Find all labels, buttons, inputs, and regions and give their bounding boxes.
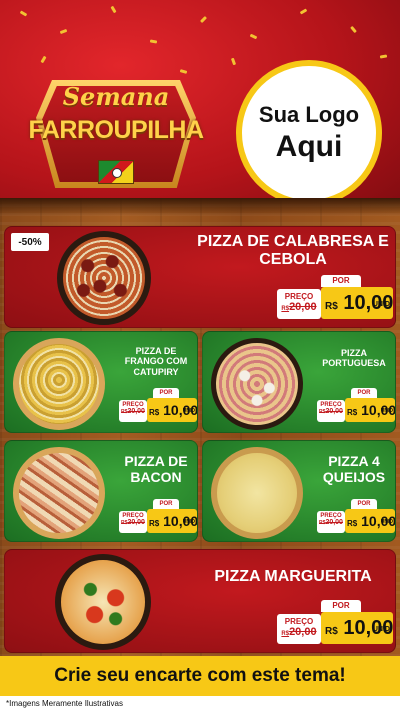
product-card-4-queijos[interactable]: PIZZA 4 QUEIJOS POR PREÇO R$20,00 R$ 10,… — [202, 440, 396, 542]
old-price-value: 20,00 — [127, 408, 145, 415]
price-block: POR PREÇO R$20,00 R$ 10,00 UNID — [277, 275, 393, 323]
product-card-bacon[interactable]: PIZZA DE BACON POR PREÇO R$20,00 R$ 10,0… — [4, 440, 198, 542]
product-name: PIZZA DE BACON — [124, 453, 188, 486]
cta-banner[interactable]: Crie seu encarte com este tema! — [0, 656, 400, 696]
price-block: POR PREÇO R$20,00 R$ 10,00 UNID — [119, 388, 197, 428]
product-name: PIZZA MARGUERITA — [214, 568, 372, 585]
new-price-box: R$ 10,00 UNID — [147, 398, 197, 422]
badge-title-line1: Semana — [62, 82, 170, 111]
confetti — [19, 10, 28, 17]
old-price-prefix: R$ — [281, 631, 290, 637]
new-price-box: R$ 10,00 UNID — [321, 612, 393, 644]
unit-label: UNID — [380, 408, 393, 414]
new-price-box: R$ 10,00 UNID — [147, 509, 197, 533]
old-price-box: PREÇO R$20,00 — [119, 400, 147, 422]
confetti — [230, 57, 237, 66]
new-price-prefix: R$ — [347, 408, 358, 417]
por-label: POR — [153, 499, 179, 509]
discount-badge: -50% — [11, 233, 49, 251]
confetti — [59, 28, 68, 35]
product-card-marguerita[interactable]: PIZZA MARGUERITA POR PREÇO R$20,00 R$ 10… — [4, 549, 396, 653]
por-label: POR — [321, 275, 361, 287]
new-price-prefix: R$ — [325, 626, 338, 637]
preco-label: PREÇO — [284, 292, 314, 301]
product-card-frango[interactable]: PIZZA DE FRANGO COM CATUPIRY POR PREÇO R… — [4, 331, 198, 433]
old-price-value: 20,00 — [289, 626, 317, 638]
footer-disclaimer: *Imagens Meramente Ilustrativas — [0, 696, 400, 711]
old-price-value: 20,00 — [127, 519, 145, 526]
por-label: POR — [351, 388, 377, 398]
preco-label: PREÇO — [284, 617, 314, 626]
old-price: R$20,00 — [119, 408, 147, 415]
unit-label: UNID — [372, 626, 390, 633]
old-price-prefix: R$ — [281, 306, 290, 312]
badge-title-line2: FARROUPILHA — [28, 116, 204, 144]
old-price-box: PREÇO R$20,00 — [317, 511, 345, 533]
new-price-prefix: R$ — [347, 519, 358, 528]
header-shadow — [0, 198, 400, 216]
old-price: R$20,00 — [317, 519, 345, 526]
unit-label: UNID — [182, 519, 195, 525]
new-price-box: R$ 10,00 UNID — [345, 509, 395, 533]
price-block: POR PREÇO R$20,00 R$ 10,00 UNID — [317, 499, 395, 539]
new-price-prefix: R$ — [149, 519, 160, 528]
rio-grande-flag-icon — [98, 160, 134, 184]
unit-label: UNID — [182, 408, 195, 414]
pizza-4-queijos-image — [211, 447, 303, 539]
old-price-value: 20,00 — [289, 301, 317, 313]
logo-line1: Sua Logo — [258, 102, 360, 127]
old-price-box: PREÇO R$20,00 — [277, 614, 321, 644]
pizza-calabresa-image — [57, 231, 151, 325]
old-price-box: PREÇO R$20,00 — [277, 289, 321, 319]
pizza-portuguesa-image — [211, 338, 303, 430]
unit-label: UNID — [372, 301, 390, 308]
confetti — [110, 5, 117, 14]
pizza-marguerita-image — [55, 554, 151, 650]
por-label: POR — [351, 499, 377, 509]
semana-farroupilha-badge: Semana FARROUPILHA — [28, 74, 204, 194]
price-block: POR PREÇO R$20,00 R$ 10,00 UNID — [277, 600, 393, 648]
product-card-calabresa[interactable]: -50% PIZZA DE CALABRESA E CEBOLA POR PRE… — [4, 226, 396, 328]
old-price-box: PREÇO R$20,00 — [119, 511, 147, 533]
price-block: POR PREÇO R$20,00 R$ 10,00 UNID — [317, 388, 395, 428]
header-banner: Semana FARROUPILHA Sua Logo Aqui — [0, 0, 400, 218]
pizza-frango-image — [13, 338, 105, 430]
old-price: R$20,00 — [317, 408, 345, 415]
old-price: R$20,00 — [119, 519, 147, 526]
confetti — [149, 39, 158, 44]
por-label: POR — [153, 388, 179, 398]
old-price: R$20,00 — [277, 626, 321, 638]
product-name: PIZZA DE FRANGO COM CATUPIRY — [124, 346, 188, 377]
confetti — [350, 25, 357, 34]
old-price-value: 20,00 — [325, 408, 343, 415]
pizza-bacon-image — [13, 447, 105, 539]
confetti — [249, 33, 258, 40]
product-name: PIZZA DE CALABRESA E CEBOLA — [197, 233, 389, 269]
product-name: PIZZA 4 QUEIJOS — [322, 453, 386, 486]
unit-label: UNID — [380, 519, 393, 525]
new-price-prefix: R$ — [149, 408, 160, 417]
price-block: POR PREÇO R$20,00 R$ 10,00 UNID — [119, 499, 197, 539]
product-card-portuguesa[interactable]: PIZZA PORTUGUESA POR PREÇO R$20,00 R$ 10… — [202, 331, 396, 433]
new-price-box: R$ 10,00 UNID — [345, 398, 395, 422]
confetti — [199, 15, 208, 24]
old-price-value: 20,00 — [325, 519, 343, 526]
flag-seal — [112, 168, 122, 178]
confetti — [379, 54, 388, 59]
product-name: PIZZA PORTUGUESA — [322, 348, 386, 369]
new-price-prefix: R$ — [325, 301, 338, 312]
new-price-box: R$ 10,00 UNID — [321, 287, 393, 319]
por-label: POR — [321, 600, 361, 612]
logo-placeholder: Sua Logo Aqui — [236, 60, 382, 206]
confetti — [40, 55, 47, 64]
confetti — [299, 8, 308, 15]
logo-line2: Aqui — [275, 130, 343, 163]
old-price: R$20,00 — [277, 301, 321, 313]
old-price-box: PREÇO R$20,00 — [317, 400, 345, 422]
